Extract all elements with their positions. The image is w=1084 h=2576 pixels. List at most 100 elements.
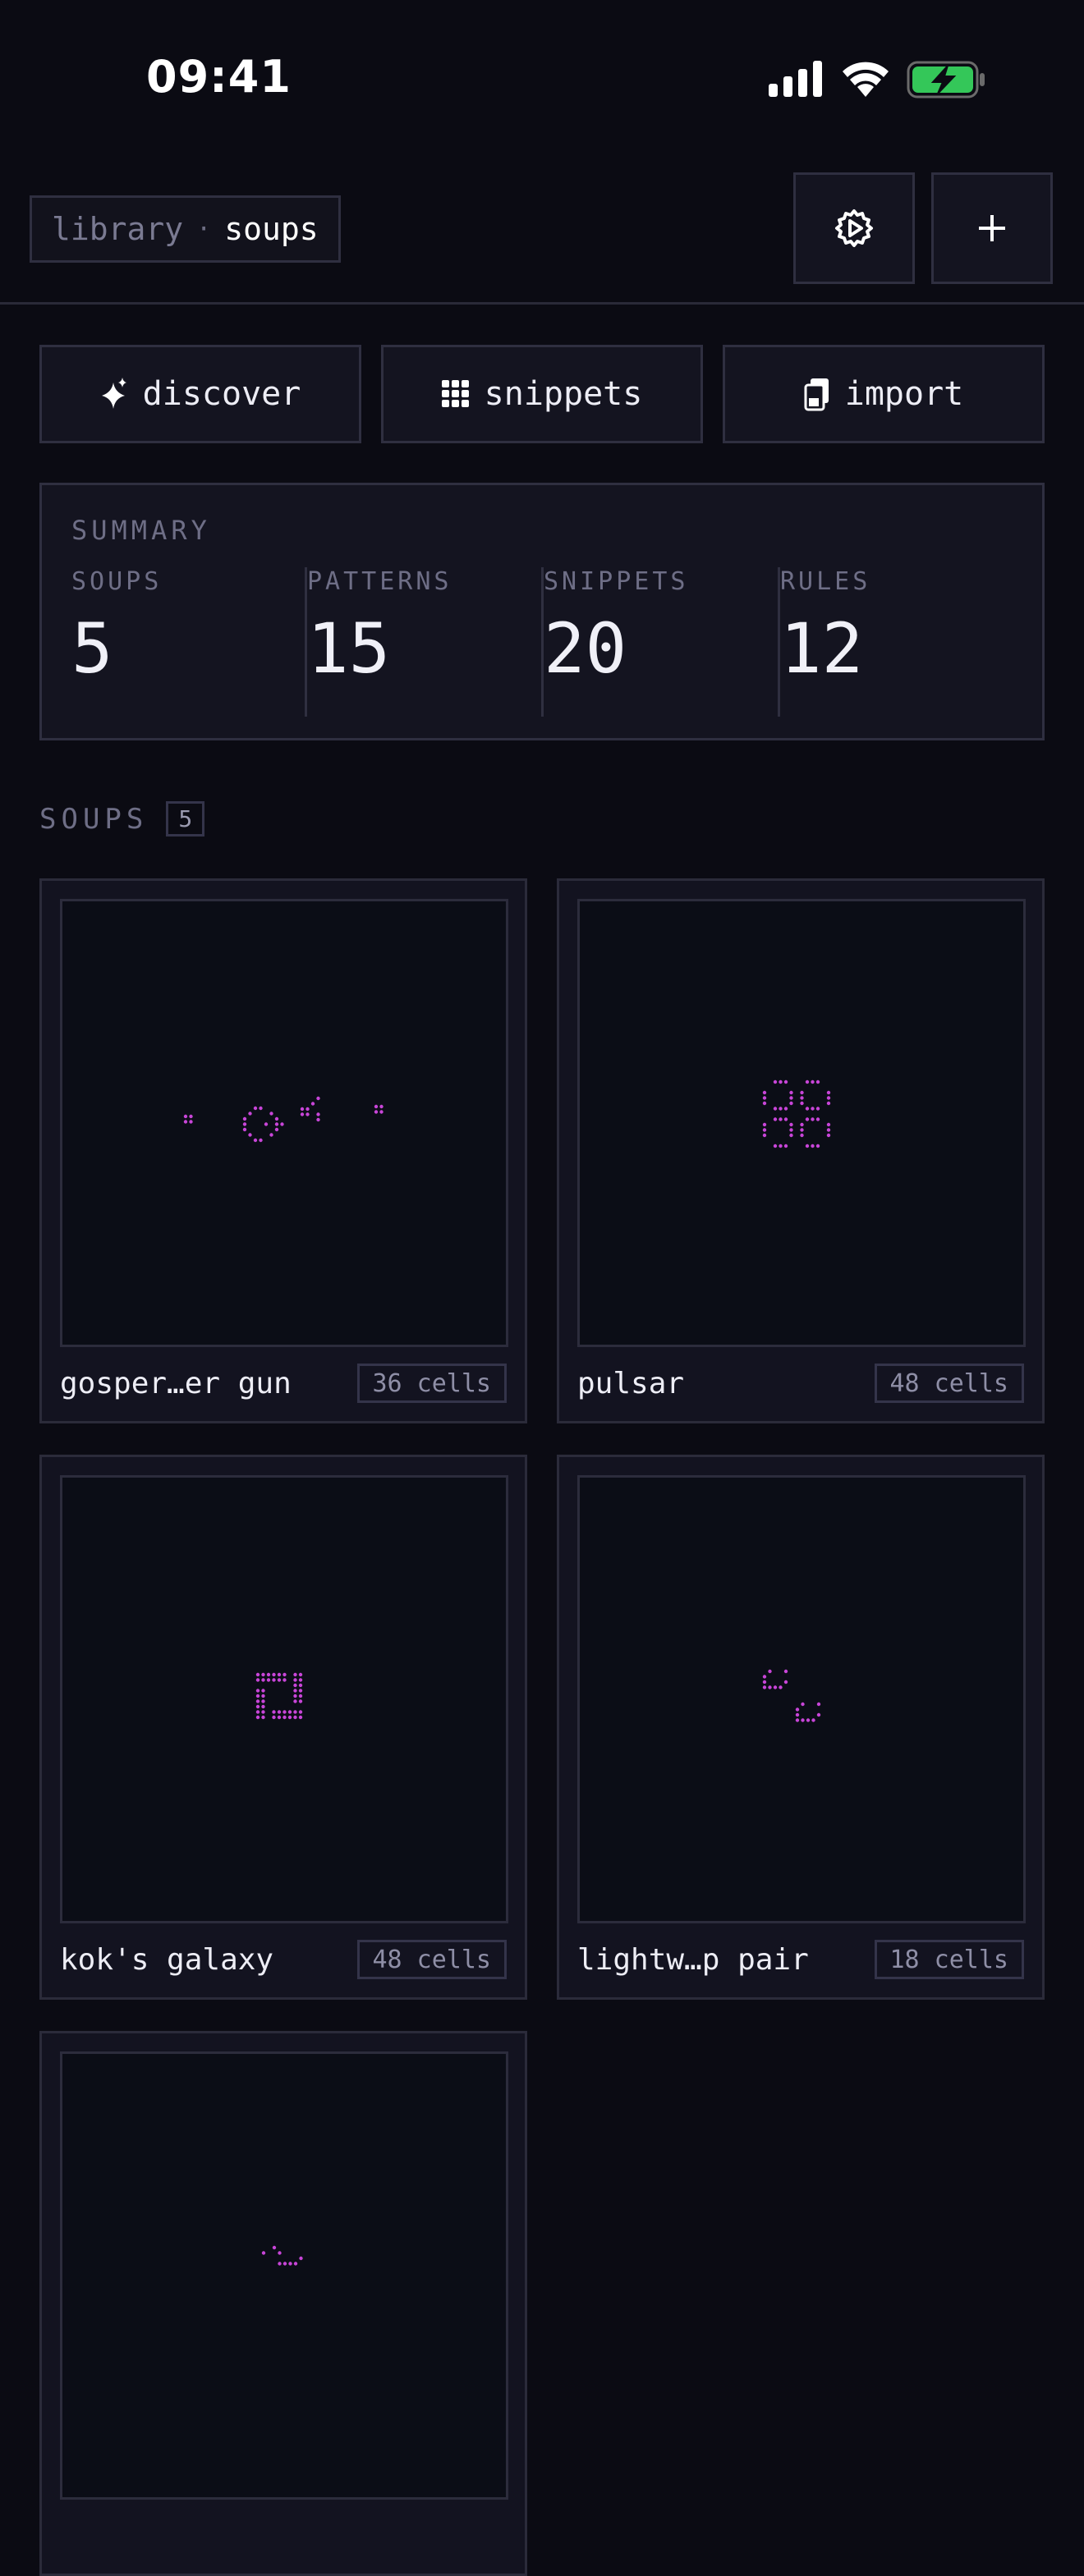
- pattern-cell: [826, 1090, 831, 1095]
- pattern-cell: [253, 1106, 258, 1111]
- stat-value: 20: [544, 608, 627, 689]
- breadcrumb[interactable]: library · soups: [30, 195, 341, 263]
- discover-label: discover: [142, 375, 301, 413]
- pattern-cell: [779, 1107, 783, 1111]
- summary-title: SUMMARY: [71, 515, 211, 546]
- pattern-cell: [826, 1101, 831, 1106]
- pattern-cell: [779, 1685, 783, 1689]
- pattern-preview: [60, 899, 508, 1347]
- pattern-cell: [806, 1718, 811, 1722]
- pattern-cell: [277, 1672, 282, 1677]
- pattern-cell: [288, 2262, 292, 2266]
- breadcrumb-current: soups: [224, 211, 319, 247]
- pattern-cell: [800, 1096, 804, 1100]
- pattern-cell: [253, 1138, 258, 1143]
- pattern-cell: [259, 1106, 263, 1111]
- import-button[interactable]: import: [723, 345, 1045, 443]
- soup-name: pulsar: [577, 1367, 685, 1400]
- pattern-cells: [762, 1669, 821, 1722]
- pattern-cell: [805, 1079, 810, 1084]
- pattern-cell: [789, 1101, 793, 1106]
- pattern-cell: [762, 1096, 767, 1100]
- pattern-cell: [266, 1672, 271, 1677]
- pattern-cell: [768, 1685, 772, 1689]
- pattern-cell: [801, 1702, 805, 1707]
- pattern-cell: [783, 1680, 788, 1684]
- soup-card-partial[interactable]: [39, 2031, 527, 2576]
- add-button[interactable]: [931, 172, 1053, 284]
- soup-card-koks-galaxy[interactable]: kok's galaxy 48 cells: [39, 1455, 527, 2000]
- pattern-cell: [261, 1704, 265, 1709]
- soup-card-pulsar[interactable]: pulsar 48 cells: [557, 878, 1045, 1423]
- pattern-cell: [261, 1678, 265, 1682]
- pattern-cell: [272, 1715, 276, 1720]
- pattern-cell: [298, 1699, 303, 1703]
- pattern-cell: [815, 1107, 820, 1111]
- pattern-cell: [805, 1107, 810, 1111]
- pattern-cell: [272, 2245, 277, 2250]
- pattern-cell: [298, 1689, 303, 1693]
- pattern-cell: [183, 1120, 188, 1124]
- pattern-cell: [293, 1678, 297, 1682]
- pattern-cell: [293, 2262, 298, 2266]
- pattern-cell: [242, 1127, 247, 1132]
- pattern-cell: [783, 1144, 788, 1148]
- pattern-cell: [800, 1128, 804, 1132]
- soups-section-title: SOUPS 5: [39, 801, 205, 837]
- pattern-cell: [768, 1669, 772, 1674]
- pattern-cell: [298, 1672, 303, 1677]
- pattern-cell: [274, 1127, 279, 1132]
- pattern-preview: [60, 2051, 508, 2500]
- pattern-cell: [316, 1096, 320, 1101]
- pattern-cell: [811, 1079, 815, 1084]
- status-bar: 09:41: [0, 0, 1084, 156]
- pattern-cell: [801, 1718, 805, 1722]
- snippets-button[interactable]: snippets: [381, 345, 703, 443]
- pattern-cell: [293, 1710, 297, 1714]
- pattern-cell: [282, 1710, 287, 1714]
- pattern-cell: [255, 1689, 260, 1693]
- pattern-cell: [300, 1112, 305, 1116]
- pattern-cell: [282, 1715, 287, 1720]
- discover-button[interactable]: discover: [39, 345, 361, 443]
- breadcrumb-library[interactable]: library: [52, 211, 183, 247]
- pattern-cell: [293, 1715, 297, 1720]
- pattern-cell: [826, 1122, 831, 1127]
- pattern-cell: [779, 1079, 783, 1084]
- pattern-cell: [242, 1116, 247, 1121]
- pattern-cell: [310, 1102, 315, 1106]
- pattern-cell: [811, 1718, 815, 1722]
- wifi-icon: [843, 62, 889, 97]
- pattern-cell: [298, 1694, 303, 1698]
- pattern-cell: [261, 1694, 265, 1698]
- pattern-cell: [255, 1694, 260, 1698]
- pattern-cell: [293, 1699, 297, 1703]
- pattern-cell: [255, 1672, 260, 1677]
- pattern-cell: [269, 1133, 273, 1137]
- pattern-preview: [60, 1475, 508, 1923]
- pattern-cell: [277, 1710, 282, 1714]
- soup-card-lightweight-pair[interactable]: lightw…p pair 18 cells: [557, 1455, 1045, 2000]
- pattern-cell: [374, 1110, 379, 1114]
- pattern-cell: [299, 2256, 303, 2261]
- stat-value: 15: [307, 608, 391, 689]
- pattern-cell: [773, 1117, 778, 1121]
- pattern-cell: [280, 1122, 284, 1126]
- pattern-cell: [293, 1694, 297, 1698]
- soup-card-gosper-gun[interactable]: gosper…er gun 36 cells: [39, 878, 527, 1423]
- pattern-cell: [783, 1107, 788, 1111]
- clipboard-icon: [804, 378, 829, 411]
- pattern-cell: [779, 1117, 783, 1121]
- pattern-cell: [789, 1133, 793, 1138]
- pattern-cell: [272, 1678, 276, 1682]
- stat-soups: SOUPS 5: [71, 567, 301, 717]
- pattern-cell: [248, 1133, 252, 1137]
- pattern-cell: [762, 1685, 767, 1689]
- settings-button[interactable]: [793, 172, 915, 284]
- pattern-cell: [298, 1715, 303, 1720]
- pattern-cell: [379, 1104, 384, 1109]
- stat-label: SNIPPETS: [544, 567, 689, 596]
- pattern-cell: [293, 1672, 297, 1677]
- pattern-cell: [242, 1122, 247, 1126]
- pattern-cell: [783, 1117, 788, 1121]
